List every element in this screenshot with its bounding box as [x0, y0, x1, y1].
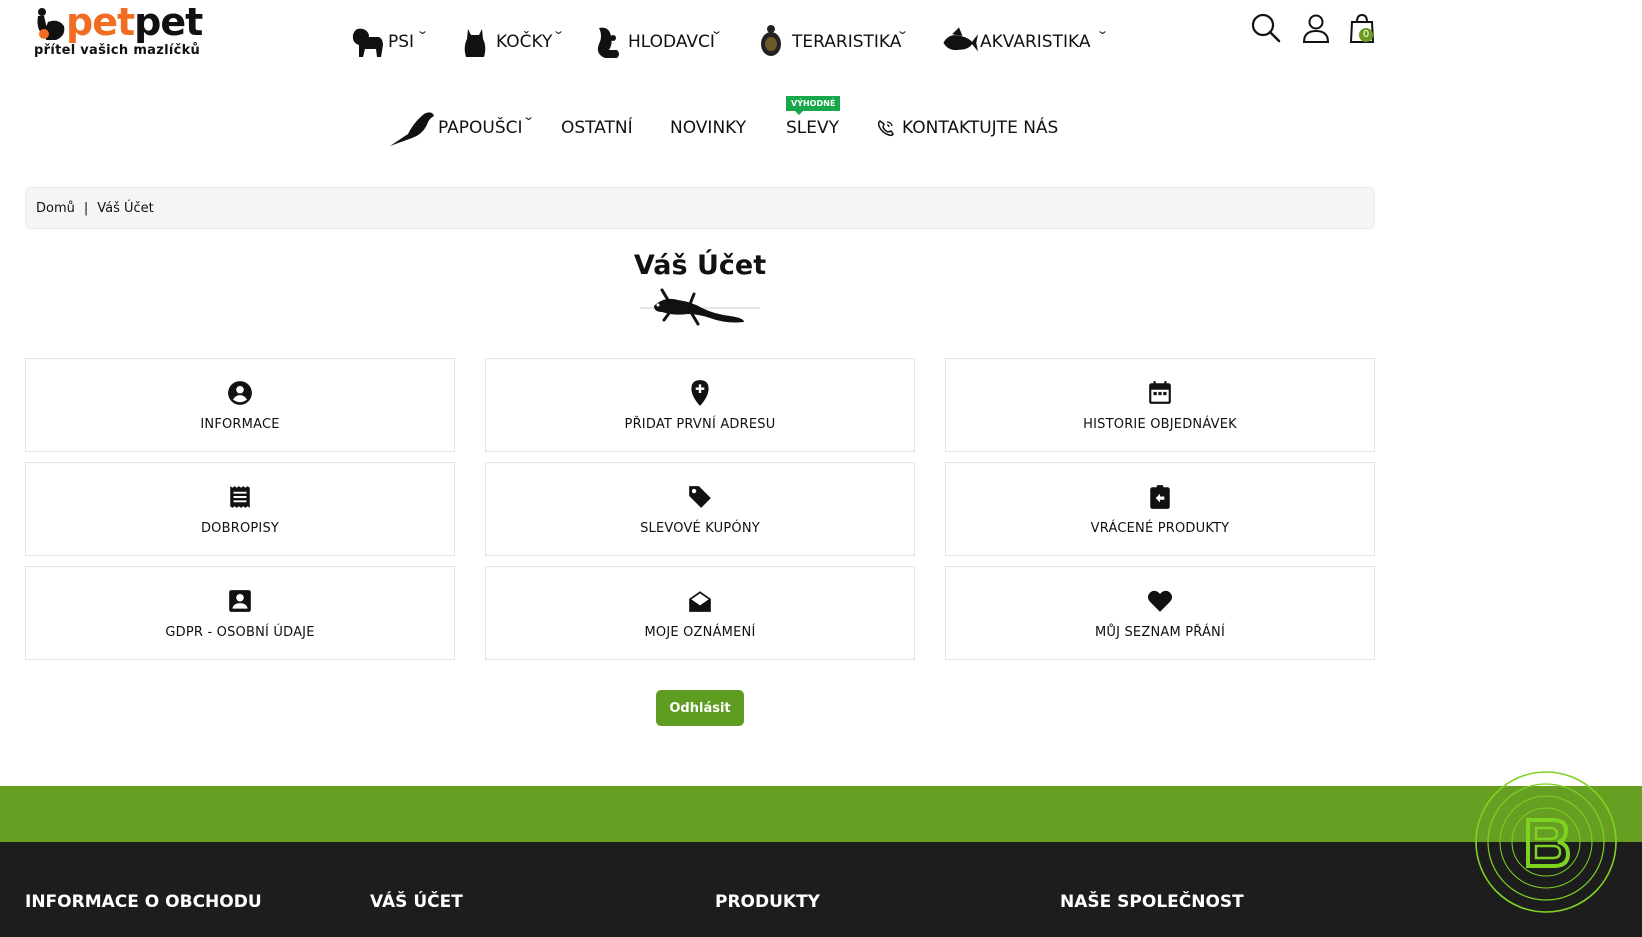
nav-item-kontakt[interactable]: KONTAKTUJTE NÁS: [876, 108, 1058, 148]
contact-card-icon: [226, 587, 254, 615]
footer-accent-band: [0, 786, 1642, 842]
nav-label: KOČKY: [496, 32, 553, 52]
footer-heading-account: VÁŠ ÚČET: [370, 892, 463, 912]
gecko-icon: [640, 288, 760, 326]
account-link-gdpr[interactable]: GDPR - OSOBNÍ ÚDAJE: [25, 566, 455, 660]
phone-icon: [876, 118, 898, 138]
site-logo[interactable]: petpet přítel vašich mazlíčků: [32, 2, 222, 60]
nav-label: NOVINKY: [670, 118, 747, 138]
calendar-icon: [1146, 379, 1174, 407]
nav-item-slevy[interactable]: SLEVY: [786, 108, 839, 148]
nav-item-akvaristika[interactable]: AKVARISTIKA ⌄: [940, 22, 1109, 62]
user-icon[interactable]: [1300, 12, 1332, 44]
breadcrumb-current: Váš Účet: [97, 200, 154, 216]
turtle-icon: [752, 23, 790, 61]
chevron-down-icon: ⌄: [522, 110, 536, 123]
breadcrumb-home-link[interactable]: Domů: [36, 201, 75, 216]
footer-heading-store-info: INFORMACE O OBCHODU: [25, 892, 262, 912]
mail-open-icon: [686, 587, 714, 615]
receipt-icon: [226, 483, 254, 511]
card-label: SLEVOVÉ KUPÓNY: [640, 520, 760, 536]
footer-heading-products: PRODUKTY: [715, 892, 820, 912]
floating-brand-badge-icon[interactable]: [1474, 770, 1618, 914]
nav-label: PAPOUŠCI: [438, 118, 523, 138]
nav-label: TERARISTIKA: [792, 32, 902, 52]
tag-icon: [686, 483, 714, 511]
nav-item-ostatni[interactable]: OSTATNÍ: [561, 108, 633, 148]
card-label: GDPR - OSOBNÍ ÚDAJE: [165, 624, 315, 640]
account-link-informace[interactable]: INFORMACE: [25, 358, 455, 452]
cat-icon: [456, 23, 494, 61]
chevron-down-icon: ⌄: [1096, 24, 1110, 37]
nav-item-papousci[interactable]: PAPOUŠCI ⌄: [390, 108, 535, 148]
return-icon: [1146, 483, 1174, 511]
logo-wordmark: petpet: [66, 0, 203, 44]
nav-label: OSTATNÍ: [561, 118, 633, 138]
breadcrumb-separator: |: [83, 200, 89, 216]
footer-heading-company: NAŠE SPOLEČNOST: [1060, 892, 1244, 912]
heart-icon: [1146, 587, 1174, 615]
fish-icon: [940, 23, 978, 61]
card-label: MOJE OZNÁMENÍ: [644, 624, 756, 640]
nav-item-teraristika[interactable]: TERARISTIKA ⌄: [752, 22, 909, 62]
breadcrumb: Domů | Váš Účet: [25, 187, 1375, 229]
account-link-add-address[interactable]: PŘIDAT PRVNÍ ADRESU: [485, 358, 915, 452]
account-circle-icon: [226, 379, 254, 407]
nav-label: AKVARISTIKA: [980, 32, 1091, 52]
card-label: INFORMACE: [200, 416, 280, 432]
cart-count-badge: 0: [1359, 28, 1373, 42]
chevron-down-icon: ⌄: [552, 24, 566, 37]
dog-icon: [348, 23, 386, 61]
nav-item-psi[interactable]: PSI ⌄: [348, 22, 429, 62]
account-link-credit-slips[interactable]: DOBROPISY: [25, 462, 455, 556]
account-link-vouchers[interactable]: SLEVOVÉ KUPÓNY: [485, 462, 915, 556]
logo-tagline: přítel vašich mazlíčků: [34, 43, 201, 58]
nav-label: HLODAVCI: [628, 32, 715, 52]
nav-label: KONTAKTUJTE NÁS: [902, 118, 1059, 138]
chevron-down-icon: ⌄: [416, 24, 430, 37]
nav-item-hlodavci[interactable]: HLODAVCI ⌄: [588, 22, 723, 62]
squirrel-icon: [588, 23, 626, 61]
nav-label: PSI: [388, 32, 415, 52]
page-title: Váš Účet: [633, 250, 767, 281]
add-location-icon: [686, 379, 714, 407]
account-link-order-history[interactable]: HISTORIE OBJEDNÁVEK: [945, 358, 1375, 452]
account-link-notifications[interactable]: MOJE OZNÁMENÍ: [485, 566, 915, 660]
nav-label: SLEVY: [786, 118, 840, 138]
account-link-returns[interactable]: VRÁCENÉ PRODUKTY: [945, 462, 1375, 556]
nav-item-novinky[interactable]: NOVINKY: [670, 108, 746, 148]
card-label: PŘIDAT PRVNÍ ADRESU: [624, 416, 776, 432]
search-icon[interactable]: [1250, 12, 1282, 44]
parrot-icon: [390, 109, 436, 147]
card-label: MŮJ SEZNAM PŘÁNÍ: [1094, 624, 1226, 640]
card-label: DOBROPISY: [200, 520, 280, 536]
card-label: VRÁCENÉ PRODUKTY: [1090, 520, 1230, 536]
nav-item-kocky[interactable]: KOČKY ⌄: [456, 22, 565, 62]
logout-button[interactable]: Odhlásit: [656, 690, 744, 726]
footer: [0, 842, 1642, 937]
pets-logo-icon: [37, 8, 65, 40]
card-label: HISTORIE OBJEDNÁVEK: [1083, 416, 1237, 432]
account-link-wishlist[interactable]: MŮJ SEZNAM PŘÁNÍ: [945, 566, 1375, 660]
chevron-down-icon: ⌄: [710, 24, 724, 37]
chevron-down-icon: ⌄: [896, 24, 910, 37]
